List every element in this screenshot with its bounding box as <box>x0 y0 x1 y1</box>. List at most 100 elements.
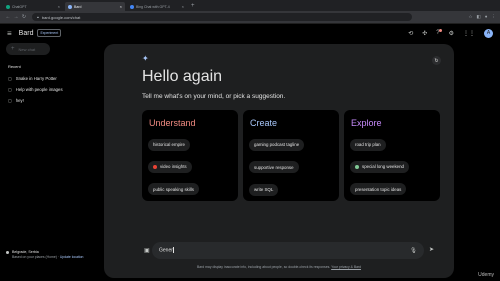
location-name: Belgrade, Serbia <box>12 250 39 254</box>
chat-bubble-icon: ▢ <box>8 87 12 92</box>
extensions-puzzle-icon[interactable]: ✣ <box>422 30 427 37</box>
chip-label: public speaking skills <box>153 186 194 192</box>
suggestion-chip[interactable]: road trip plan <box>350 138 386 151</box>
main-panel: ✦ ↻ Hello again Tell me what's on your m… <box>104 44 454 278</box>
suggestion-cards: Understand historical empire video insig… <box>142 110 440 201</box>
new-chat-label: New chat <box>18 46 36 52</box>
text-caret <box>172 247 174 254</box>
chip-label: gaming podcast tagline <box>254 142 300 147</box>
card-title: Explore <box>351 118 382 128</box>
browser-tab-bar: ChatGPT × Bard × Bing Chat with GPT-4 × … <box>0 0 500 11</box>
send-icon[interactable]: ➤ <box>429 246 434 253</box>
tab-label: ChatGPT <box>12 4 27 9</box>
recent-chat-label: Help with people images <box>15 87 63 92</box>
card-explore: Explore road trip plan special long week… <box>344 110 440 201</box>
experiment-badge: Experiment <box>37 29 62 37</box>
card-understand: Understand historical empire video insig… <box>142 110 238 201</box>
microphone-icon[interactable]: 🎙︎ <box>410 248 417 254</box>
suggestion-chip[interactable]: gaming podcast tagline <box>249 138 305 151</box>
close-icon[interactable]: × <box>182 4 184 9</box>
url-text: bard.google.com/chat <box>41 14 81 20</box>
chip-label: video insights <box>160 164 187 169</box>
browser-menu-icon[interactable]: ⋮ <box>492 14 497 20</box>
suggestion-chip[interactable]: historical empire <box>148 138 190 151</box>
prompt-text: Gener <box>159 247 410 254</box>
chat-bubble-icon: ▢ <box>8 76 12 81</box>
profile-icon[interactable]: ● <box>485 14 488 20</box>
browser-actions: ☆ ◧ ● ⋮ <box>468 14 496 20</box>
help-icon[interactable]: ? <box>436 29 443 36</box>
location-source: Based on your places (Home) · <box>12 255 60 259</box>
recent-chat-item[interactable]: ▢ hey! <box>6 95 98 106</box>
chip-label: write SQL <box>254 187 274 192</box>
chatgpt-favicon-icon <box>6 4 10 9</box>
card-title: Understand <box>149 118 196 128</box>
recent-chat-label: hey! <box>15 98 24 103</box>
greeting-title: Hello again <box>142 68 223 85</box>
location-info: Belgrade, Serbia Based on your places (H… <box>6 250 102 260</box>
new-chat-button[interactable]: + New chat <box>6 43 50 55</box>
youtube-icon <box>153 164 157 169</box>
plus-icon: + <box>11 46 15 52</box>
recent-chat-item[interactable]: ▢ Help with people images <box>6 84 98 95</box>
address-bar-row: ← → ↻ 🔒︎ bard.google.com/chat ☆ ◧ ● ⋮ <box>0 11 500 24</box>
image-upload-icon[interactable]: ▣ <box>144 247 150 254</box>
url-input[interactable]: 🔒︎ bard.google.com/chat <box>32 13 412 21</box>
forward-arrow-icon[interactable]: → <box>12 14 20 20</box>
apps-grid-icon[interactable]: ⋮⋮ <box>463 30 475 37</box>
card-title: Create <box>250 118 278 128</box>
browser-tab-bard[interactable]: Bard × <box>65 2 125 11</box>
greeting-subtitle: Tell me what's on your mind, or pick a s… <box>142 93 286 100</box>
browser-tab-bing[interactable]: Bing Chat with GPT-4 × <box>127 2 187 11</box>
suggestion-chip[interactable]: presentation topic ideas <box>350 183 407 195</box>
card-create: Create gaming podcast tagline supportive… <box>243 110 339 201</box>
maps-icon <box>355 164 359 169</box>
recent-heading: Recent <box>8 64 21 69</box>
header-actions: ⟲ ✣ ? ⚙ ⋮⋮ A <box>408 28 493 38</box>
chat-bubble-icon: ▢ <box>8 98 12 103</box>
recent-chat-item[interactable]: ▢ Snake in Harry Potter <box>6 73 98 84</box>
close-icon[interactable]: × <box>120 4 122 9</box>
chip-label: road trip plan <box>355 142 381 147</box>
chip-label: supportive response <box>254 164 294 170</box>
bing-favicon-icon <box>130 4 134 9</box>
update-location-link[interactable]: Update location <box>60 255 84 259</box>
browser-tab-chatgpt[interactable]: ChatGPT × <box>3 2 63 11</box>
history-icon[interactable]: ⟲ <box>408 30 413 37</box>
refresh-suggestions-button[interactable]: ↻ <box>432 56 441 65</box>
avatar[interactable]: A <box>484 28 493 38</box>
recent-chat-label: Snake in Harry Potter <box>15 76 57 81</box>
app-title: Bard <box>18 29 34 37</box>
close-icon[interactable]: × <box>58 4 60 9</box>
suggestion-chip[interactable]: special long weekend <box>350 160 409 173</box>
suggestion-chip[interactable]: video insights <box>148 160 192 173</box>
chip-label: historical empire <box>153 142 185 147</box>
privacy-link[interactable]: Your privacy & Bard <box>331 265 361 269</box>
app-header: ≡ Bard Experiment ⟲ ✣ ? ⚙ ⋮⋮ A <box>0 24 500 42</box>
sidebar: + New chat Recent ▢ Snake in Harry Potte… <box>0 42 104 281</box>
udemy-watermark: Udemy <box>478 272 494 278</box>
disclaimer: Bard may display inaccurate info, includ… <box>104 265 454 269</box>
back-arrow-icon[interactable]: ← <box>4 14 12 20</box>
bard-favicon-icon <box>68 4 72 9</box>
tab-label: Bard <box>74 4 82 9</box>
disclaimer-text: Bard may display inaccurate info, includ… <box>197 265 331 269</box>
settings-gear-icon[interactable]: ⚙ <box>449 30 454 37</box>
reload-icon[interactable]: ↻ <box>20 14 28 20</box>
suggestion-chip[interactable]: public speaking skills <box>148 183 199 195</box>
hamburger-menu-icon[interactable]: ≡ <box>7 29 12 38</box>
bookmark-star-icon[interactable]: ☆ <box>468 14 472 20</box>
suggestion-chip[interactable]: write SQL <box>249 183 279 196</box>
chip-label: presentation topic ideas <box>355 186 402 192</box>
extensions-icon[interactable]: ◧ <box>477 14 481 20</box>
tab-label: Bing Chat with GPT-4 <box>136 4 170 9</box>
suggestion-chip[interactable]: supportive response <box>249 161 299 173</box>
location-subtitle: Based on your places (Home) · Update loc… <box>12 255 102 260</box>
location-dot-icon <box>6 250 9 254</box>
prompt-input[interactable]: Gener 🎙︎ <box>152 242 424 259</box>
bard-sparkle-icon: ✦ <box>142 54 149 63</box>
new-tab-button[interactable]: + <box>191 2 195 11</box>
chip-label: special long weekend <box>362 164 404 169</box>
prompt-value: Gener <box>159 247 173 254</box>
location-title: Belgrade, Serbia <box>6 250 102 254</box>
